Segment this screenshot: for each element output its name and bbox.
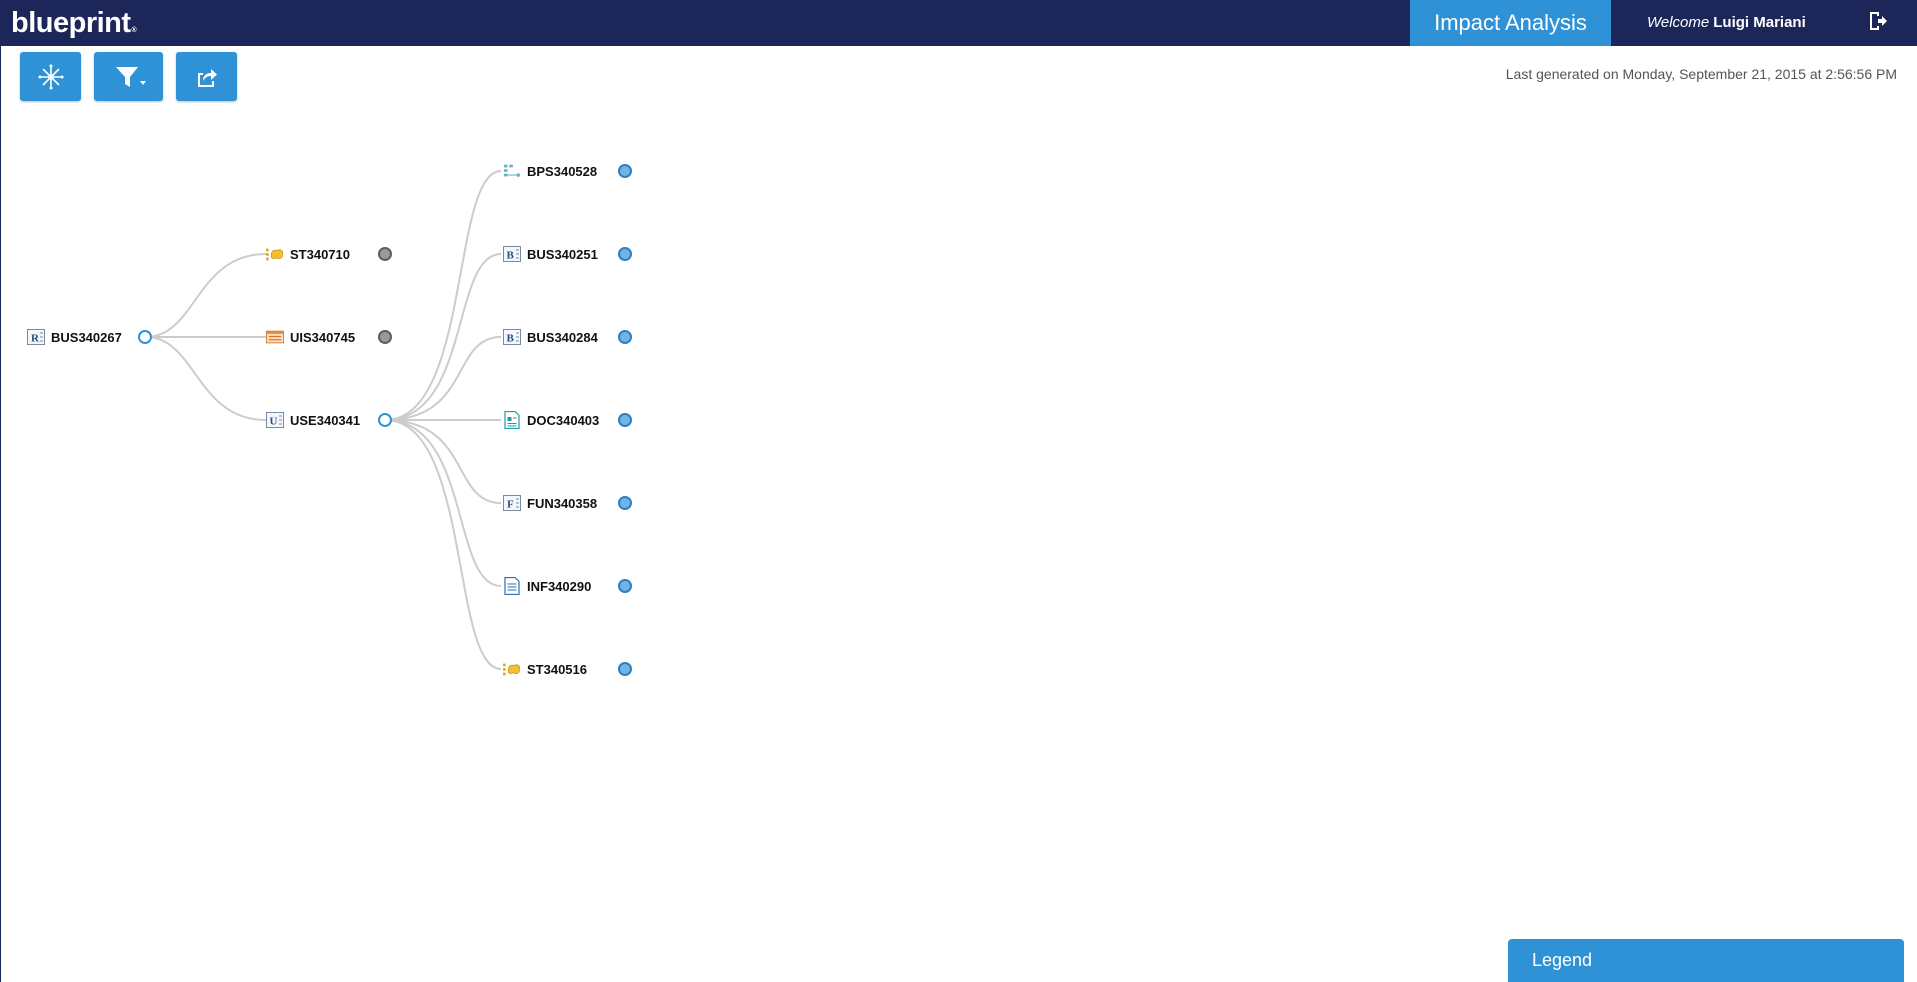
graph-link <box>384 419 502 587</box>
node-status-dot[interactable] <box>618 247 632 261</box>
top-bar: blueprint® Impact Analysis Welcome Luigi … <box>1 0 1917 46</box>
node-status-dot[interactable] <box>618 496 632 510</box>
functional-icon: F <box>503 495 521 511</box>
node-status-dot[interactable] <box>378 330 392 344</box>
graph-node[interactable]: F FUN340358 <box>503 493 597 513</box>
info-document-icon <box>503 577 521 595</box>
svg-text:B: B <box>507 250 515 262</box>
node-status-dot[interactable] <box>618 330 632 344</box>
node-label: ST340516 <box>527 661 587 677</box>
filter-button[interactable] <box>94 52 163 101</box>
node-label: USE340341 <box>290 412 361 428</box>
business-rule-icon: B <box>503 246 521 262</box>
legend-panel-toggle[interactable]: Legend <box>1508 939 1904 982</box>
process-icon <box>503 163 521 179</box>
svg-text:U: U <box>270 416 278 428</box>
graph-link <box>384 419 502 504</box>
graph-link <box>145 253 267 338</box>
node-expander[interactable] <box>378 413 392 427</box>
legend-label: Legend <box>1532 950 1593 970</box>
node-label: DOC340403 <box>527 412 600 428</box>
node-status-dot[interactable] <box>618 413 632 427</box>
node-label: BUS340284 <box>527 329 598 345</box>
node-label: INF340290 <box>527 578 592 594</box>
welcome-message: Welcome Luigi Mariani <box>1647 0 1806 46</box>
use-case-icon: U <box>266 412 284 428</box>
center-view-button[interactable] <box>20 52 81 101</box>
svg-text:R: R <box>31 333 40 345</box>
node-status-dot[interactable] <box>618 579 632 593</box>
storyboard-icon <box>266 246 284 262</box>
blueprint-logo: blueprint® <box>11 7 137 39</box>
logout-icon[interactable] <box>1865 8 1891 34</box>
graph-link <box>145 336 267 421</box>
graph-node[interactable]: U USE340341 <box>266 410 360 430</box>
tab-impact-analysis[interactable]: Impact Analysis <box>1410 0 1611 46</box>
node-label: FUN340358 <box>527 495 598 511</box>
filter-dropdown-icon <box>115 66 146 87</box>
ui-mockup-icon <box>266 329 284 345</box>
storyboard-icon <box>503 661 521 677</box>
document-icon <box>503 411 521 429</box>
graph-node[interactable]: DOC340403 <box>503 410 599 430</box>
node-label: UIS340745 <box>290 329 356 345</box>
graph-node[interactable]: INF340290 <box>503 576 591 596</box>
graph-link <box>384 419 502 670</box>
export-button[interactable] <box>176 52 237 101</box>
graph-node[interactable]: ST340710 <box>266 244 350 264</box>
node-status-dot[interactable] <box>618 164 632 178</box>
last-generated-text: Last generated on Monday, September 21, … <box>1505 66 1897 82</box>
graph-link <box>384 253 502 421</box>
requirement-icon: R <box>27 329 45 345</box>
svg-text:F: F <box>507 499 514 511</box>
graph-node[interactable]: BPS340528 <box>503 161 597 181</box>
user-name: Luigi Mariani <box>1713 14 1806 31</box>
node-label: BPS340528 <box>527 163 598 179</box>
graph-node-root[interactable]: R BUS340267 <box>27 327 122 347</box>
node-label: BUS340251 <box>527 246 598 262</box>
node-expander[interactable] <box>138 330 152 344</box>
asterisk-burst-icon <box>38 64 63 89</box>
graph-node[interactable]: UIS340745 <box>266 327 355 347</box>
node-status-dot[interactable] <box>378 247 392 261</box>
node-label: BUS340267 <box>51 329 122 345</box>
graph-node[interactable]: B BUS340284 <box>503 327 598 347</box>
graph-link <box>384 336 502 421</box>
svg-text:B: B <box>507 333 515 345</box>
node-status-dot[interactable] <box>618 662 632 676</box>
graph-link <box>384 170 502 421</box>
graph-node[interactable]: B BUS340251 <box>503 244 598 264</box>
graph-node[interactable]: ST340516 <box>503 659 587 679</box>
business-rule-icon: B <box>503 329 521 345</box>
node-label: ST340710 <box>290 246 350 262</box>
share-export-icon <box>197 68 217 87</box>
welcome-label: Welcome <box>1647 14 1710 31</box>
impact-graph-links <box>145 170 502 670</box>
